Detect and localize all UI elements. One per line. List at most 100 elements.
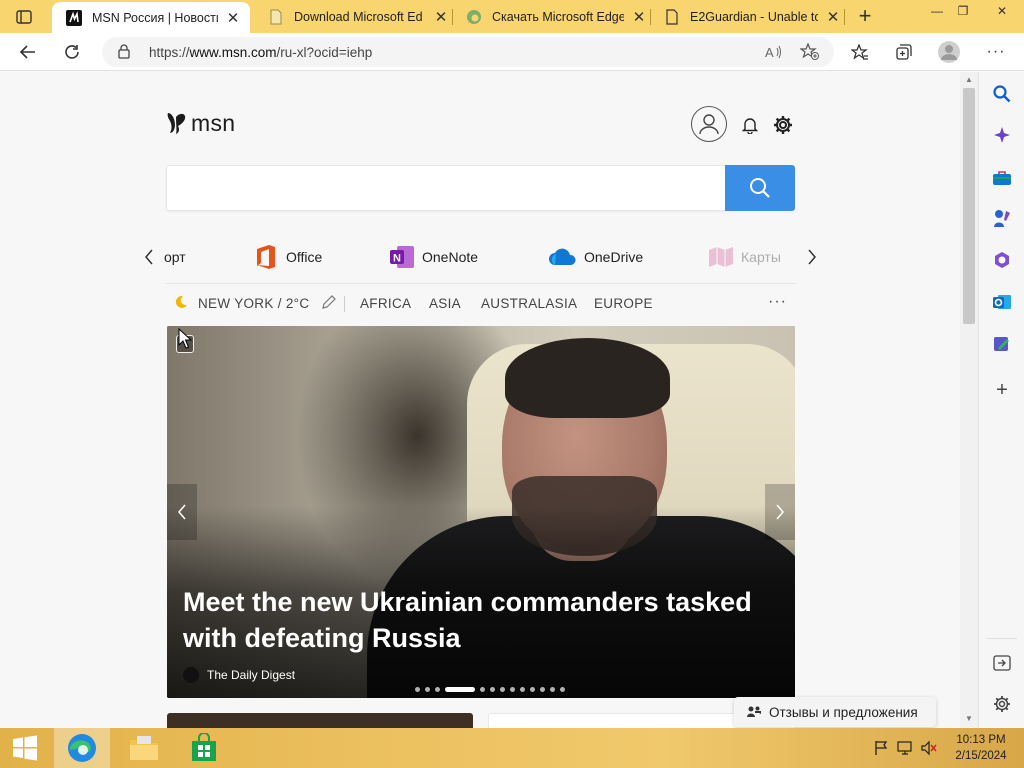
svg-text:N: N xyxy=(393,253,401,265)
quick-link-maps[interactable]: Карты xyxy=(708,242,781,272)
carousel-dot[interactable] xyxy=(480,686,485,692)
gear-icon[interactable] xyxy=(772,114,794,136)
settings-menu-icon[interactable]: ··· xyxy=(982,38,1010,66)
outlook-icon[interactable] xyxy=(990,290,1014,314)
feedback-button[interactable]: Отзывы и предложения xyxy=(734,697,936,727)
copilot-sparkle-icon[interactable] xyxy=(990,123,1014,147)
profile-avatar[interactable] xyxy=(935,38,963,66)
system-clock[interactable]: 10:13 PM 2/15/2024 xyxy=(944,732,1018,764)
lock-icon[interactable] xyxy=(118,44,130,64)
new-tab-button[interactable]: + xyxy=(852,3,878,28)
clock-date: 2/15/2024 xyxy=(955,750,1007,762)
scroll-up-icon[interactable]: ▲ xyxy=(965,75,973,84)
carousel-dot[interactable] xyxy=(560,686,565,692)
quick-link-office[interactable]: Office xyxy=(253,242,322,272)
carousel-dot[interactable] xyxy=(520,686,525,692)
weather-location[interactable]: NEW YORK / 2°C xyxy=(198,296,309,311)
carousel-dot[interactable] xyxy=(540,686,545,692)
search-input[interactable] xyxy=(166,165,726,211)
hero-carousel[interactable]: Meet the new Ukrainian commanders tasked… xyxy=(167,326,795,698)
carousel-dots xyxy=(415,685,570,693)
refresh-icon[interactable] xyxy=(58,38,86,66)
back-icon[interactable] xyxy=(14,38,42,66)
restore-button[interactable]: ❐ xyxy=(946,0,980,22)
shopping-icon[interactable] xyxy=(990,166,1014,190)
taskbar-store[interactable] xyxy=(176,728,232,768)
carousel-dot[interactable] xyxy=(425,686,430,692)
quick-link-partial[interactable]: орт xyxy=(164,242,186,272)
chevron-left-icon xyxy=(178,504,186,520)
scrollbar-thumb[interactable] xyxy=(963,88,975,324)
collections-icon[interactable] xyxy=(890,38,918,66)
taskbar-edge[interactable] xyxy=(54,728,110,768)
close-icon[interactable]: ✕ xyxy=(432,8,450,26)
m365-icon[interactable] xyxy=(990,248,1014,272)
news-card[interactable] xyxy=(167,713,473,728)
tab-actions-icon[interactable] xyxy=(10,6,38,28)
close-icon[interactable]: ✕ xyxy=(224,9,242,27)
region-tab-asia[interactable]: ASIA xyxy=(429,296,461,311)
region-tabs: NEW YORK / 2°C AFRICA ASIA AUSTRALASIA E… xyxy=(166,283,796,323)
carousel-dot[interactable] xyxy=(500,686,505,692)
sign-in-avatar[interactable] xyxy=(691,106,727,142)
pencil-icon[interactable] xyxy=(321,295,336,313)
edge-icon xyxy=(466,9,482,25)
games-icon[interactable] xyxy=(990,206,1014,230)
network-icon[interactable] xyxy=(896,739,914,757)
scroll-down-icon[interactable]: ▼ xyxy=(965,714,973,723)
quick-link-onenote[interactable]: N OneNote xyxy=(389,242,478,272)
bell-icon[interactable] xyxy=(739,114,761,136)
search-icon[interactable] xyxy=(990,82,1014,106)
tab-title: Download Microsoft Ed xyxy=(294,9,423,24)
region-tab-africa[interactable]: AFRICA xyxy=(360,296,411,311)
carousel-dot[interactable] xyxy=(530,686,535,692)
close-icon[interactable]: ✕ xyxy=(630,8,648,26)
designer-icon[interactable] xyxy=(990,332,1014,356)
carousel-dot[interactable] xyxy=(435,686,440,692)
taskbar-file-explorer[interactable] xyxy=(116,728,172,768)
vertical-scrollbar[interactable]: ▲ ▼ xyxy=(960,72,978,728)
page-icon xyxy=(664,8,680,25)
tab-download-edge[interactable]: Download Microsoft Ed ✕ xyxy=(260,0,450,33)
quick-link-onedrive[interactable]: OneDrive xyxy=(547,242,643,272)
carousel-dot[interactable] xyxy=(550,686,555,692)
tab-e2guardian[interactable]: E2Guardian - Unable to ✕ xyxy=(656,0,842,33)
carousel-dot[interactable] xyxy=(415,686,420,692)
svg-text:A: A xyxy=(765,45,774,59)
flag-icon[interactable] xyxy=(872,739,890,757)
hero-source[interactable]: The Daily Digest xyxy=(207,668,295,682)
favorites-icon[interactable] xyxy=(846,38,874,66)
msn-icon xyxy=(66,9,82,26)
carousel-dot[interactable] xyxy=(510,686,515,692)
office-icon xyxy=(253,244,279,270)
search-button[interactable] xyxy=(725,165,795,211)
chevron-left-icon[interactable] xyxy=(140,247,158,267)
add-favorite-icon[interactable] xyxy=(800,43,820,61)
msn-logo[interactable]: msn xyxy=(165,109,235,137)
quick-link-label: Office xyxy=(286,249,323,265)
tab-msn[interactable]: MSN Россия | Новости ✕ xyxy=(52,2,250,33)
address-bar[interactable]: https://www.msn.com/ru-xl?ocid=iehp A xyxy=(102,37,834,67)
carousel-dot[interactable] xyxy=(490,686,495,692)
close-icon[interactable]: ✕ xyxy=(824,8,842,26)
start-button[interactable] xyxy=(0,728,50,768)
hide-sidebar-icon[interactable] xyxy=(990,651,1014,675)
read-aloud-icon[interactable]: A xyxy=(764,43,784,61)
add-icon[interactable]: + xyxy=(990,378,1014,402)
region-tab-europe[interactable]: EUROPE xyxy=(594,296,653,311)
more-options-icon[interactable]: ··· xyxy=(768,293,787,311)
hero-headline[interactable]: Meet the new Ukrainian commanders tasked… xyxy=(183,584,783,656)
region-tab-australasia[interactable]: AUSTRALASIA xyxy=(481,296,577,311)
volume-muted-icon[interactable] xyxy=(920,739,938,757)
carousel-dot[interactable] xyxy=(445,686,475,692)
hero-next-button[interactable] xyxy=(765,484,795,540)
hero-prev-button[interactable] xyxy=(167,484,197,540)
tab-skachat-edge[interactable]: Скачать Microsoft Edge ✕ xyxy=(458,0,648,33)
close-window-button[interactable]: ✕ xyxy=(982,0,1022,22)
chevron-right-icon[interactable] xyxy=(803,247,821,267)
quick-link-label: OneNote xyxy=(422,249,479,265)
quick-link-label: орт xyxy=(164,249,186,265)
moon-icon xyxy=(174,295,188,312)
gear-icon[interactable] xyxy=(990,692,1014,716)
logo-text: msn xyxy=(191,109,236,136)
